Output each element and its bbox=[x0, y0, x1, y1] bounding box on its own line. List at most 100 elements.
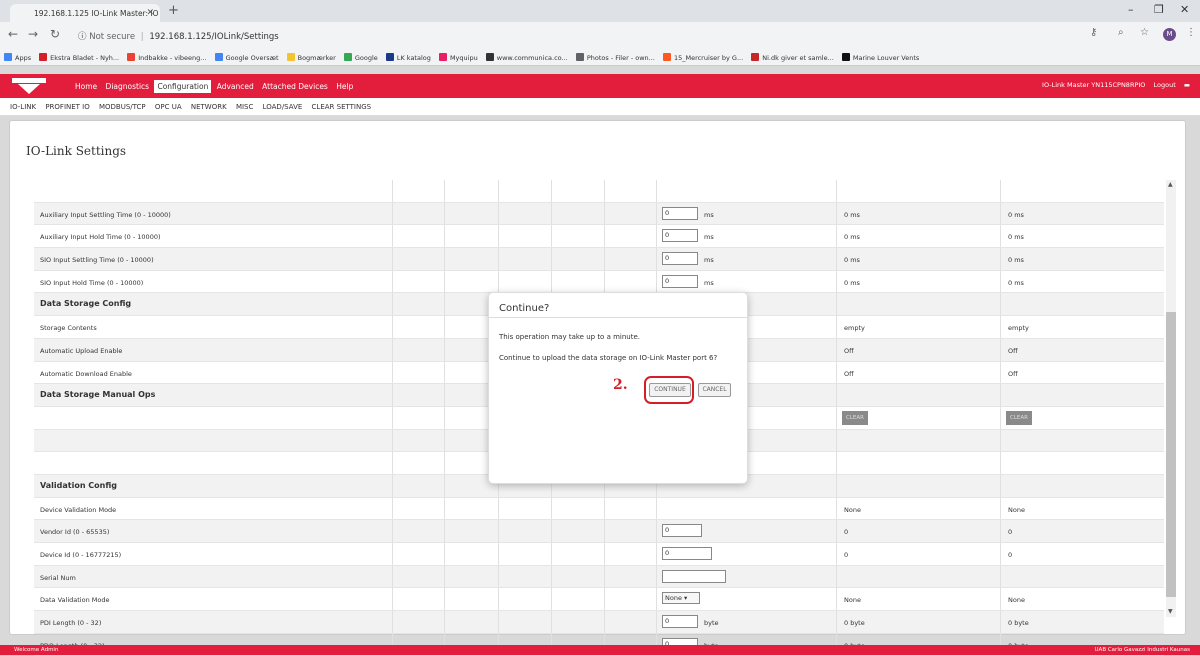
subnav-misc[interactable]: MISC bbox=[236, 103, 253, 111]
table-row: Data Validation Mode None ▾ None None bbox=[34, 588, 1164, 612]
validation-mode-select[interactable]: None ▾ bbox=[662, 592, 700, 605]
scroll-up-icon[interactable]: ▲ bbox=[1168, 181, 1173, 188]
port-value: 0 ms bbox=[844, 256, 860, 265]
table-row: Auxiliary Input Hold Time (0 - 10000) 0 ms… bbox=[34, 225, 1164, 249]
row-label: Device Id (0 - 16777215) bbox=[40, 551, 122, 559]
bookmarks-bar: Apps Ekstra Bladet - Nyh... Indbakke - v… bbox=[0, 48, 1200, 66]
clear-button[interactable]: CLEAR bbox=[842, 410, 868, 425]
star-icon[interactable]: ☆ bbox=[1140, 27, 1149, 38]
unit-label: ms bbox=[704, 278, 714, 287]
bookmark-item[interactable]: LK katalog bbox=[382, 48, 433, 62]
bookmark-item[interactable]: Ni.dk giver et samle... bbox=[747, 48, 836, 62]
value-input[interactable]: 0 bbox=[662, 524, 702, 538]
bookmark-item[interactable]: Photos - Filer - own... bbox=[572, 48, 657, 62]
security-label: Not secure bbox=[89, 32, 136, 42]
welcome-text: Welcome Admin bbox=[14, 647, 59, 653]
language-flag-icon[interactable]: ▬ bbox=[1184, 81, 1190, 89]
table-row: SIO Input Settling Time (0 - 10000) 0 ms 0 … bbox=[34, 248, 1164, 271]
clear-button[interactable]: CLEAR bbox=[1006, 410, 1032, 425]
restore-icon[interactable]: ❐ bbox=[1154, 3, 1164, 16]
bookmark-item[interactable]: Ekstra Bladet - Nyh... bbox=[35, 48, 121, 62]
device-info: IO-Link Master YN115CPN8RPIO Logout ▬ bbox=[1042, 81, 1190, 89]
port-value: 0 byte bbox=[844, 619, 865, 628]
row-label: Automatic Download Enable bbox=[40, 369, 132, 378]
row-label: Auxiliary Input Settling Time (0 - 10000… bbox=[40, 210, 171, 219]
bookmark-item[interactable]: Indbakke - vibeeng... bbox=[123, 48, 208, 62]
key-icon[interactable]: ⚷ bbox=[1090, 27, 1097, 38]
section-title: Data Storage Config bbox=[40, 299, 132, 309]
subnav-network[interactable]: NETWORK bbox=[191, 103, 227, 111]
dialog-title: Continue? bbox=[499, 303, 550, 314]
value-input[interactable]: 0 bbox=[662, 229, 698, 243]
port-value: 0 ms bbox=[1008, 278, 1024, 287]
browser-tab[interactable]: 192.168.1.125 IO-Link Master: IO ✕ bbox=[10, 4, 160, 22]
menu-home[interactable]: Home bbox=[72, 80, 100, 93]
subnav-modbus-tcp[interactable]: MODBUS/TCP bbox=[99, 103, 146, 111]
carlo-gavazzi-logo bbox=[12, 78, 46, 94]
row-label: Auxiliary Input Hold Time (0 - 10000) bbox=[40, 233, 161, 242]
bookmark-item[interactable]: Apps bbox=[0, 48, 33, 62]
value-input[interactable]: 0 bbox=[662, 547, 712, 560]
bookmark-item[interactable]: Marine Louver Vents bbox=[838, 48, 921, 62]
tab-title: 192.168.1.125 IO-Link Master: IO bbox=[34, 9, 159, 18]
value-input[interactable]: 0 bbox=[662, 206, 698, 220]
port-value: Off bbox=[1008, 369, 1018, 378]
port-value: 0 byte bbox=[1008, 619, 1029, 628]
row-label: Automatic Upload Enable bbox=[40, 346, 123, 355]
port-value: 0 bbox=[844, 551, 849, 559]
bookmark-item[interactable]: Bogmærker bbox=[283, 48, 338, 62]
device-name: IO-Link Master YN115CPN8RPIO bbox=[1042, 81, 1146, 89]
info-icon: ⓘ bbox=[78, 32, 87, 42]
cancel-button[interactable]: CANCEL bbox=[698, 383, 731, 397]
menu-diagnostics[interactable]: Diagnostics bbox=[103, 80, 153, 93]
value-input[interactable]: 0 bbox=[662, 615, 698, 629]
new-tab-icon[interactable]: + bbox=[168, 3, 179, 18]
port-value: 0 ms bbox=[844, 233, 860, 242]
page-title: IO-Link Settings bbox=[26, 144, 127, 158]
port-value: 0 bbox=[1008, 551, 1013, 559]
port-value: Off bbox=[1008, 346, 1018, 355]
bookmark-item[interactable]: Google bbox=[340, 48, 380, 62]
table-row: Device Validation Mode None None bbox=[34, 497, 1164, 521]
back-icon[interactable]: ← bbox=[8, 27, 18, 41]
subnav-opc-ua[interactable]: OPC UA bbox=[155, 103, 182, 111]
scroll-down-icon[interactable]: ▼ bbox=[1168, 608, 1173, 615]
subnav-profinet-io[interactable]: PROFINET IO bbox=[45, 103, 89, 111]
port-value: 0 ms bbox=[1008, 210, 1024, 219]
bookmark-item[interactable]: Google Oversæt bbox=[211, 48, 281, 62]
url-field[interactable]: ⓘ Not secure | 192.168.1.125/IOLink/Sett… bbox=[78, 26, 1078, 44]
zoom-icon[interactable]: ⌕ bbox=[1118, 27, 1124, 38]
menu-help[interactable]: Help bbox=[333, 80, 356, 93]
scrollbar-thumb[interactable] bbox=[1166, 312, 1176, 597]
value-input[interactable] bbox=[662, 569, 726, 583]
menu-dots-icon[interactable]: ⋮ bbox=[1186, 27, 1196, 38]
port-value: 0 ms bbox=[1008, 256, 1024, 265]
port-value: empty bbox=[844, 324, 865, 333]
subnav-io-link[interactable]: IO-LINK bbox=[10, 103, 36, 111]
reload-icon[interactable]: ↻ bbox=[50, 27, 60, 41]
table-row bbox=[34, 180, 1164, 203]
dialog-message-2: Continue to upload the data storage on I… bbox=[499, 354, 718, 362]
port-value: None bbox=[844, 596, 861, 605]
minimize-icon[interactable]: – bbox=[1128, 3, 1134, 16]
bookmark-item[interactable]: Myquipu bbox=[435, 48, 480, 62]
forward-icon[interactable]: → bbox=[28, 27, 38, 41]
logout-link[interactable]: Logout bbox=[1154, 81, 1176, 89]
menu-advanced[interactable]: Advanced bbox=[214, 80, 257, 93]
value-input[interactable]: 0 bbox=[662, 274, 698, 288]
menu-attached-devices[interactable]: Attached Devices bbox=[259, 80, 331, 93]
unit-label: byte bbox=[704, 619, 719, 628]
subnav-clear-settings[interactable]: CLEAR SETTINGS bbox=[312, 103, 372, 111]
close-window-icon[interactable]: ✕ bbox=[1180, 3, 1189, 16]
bookmark-item[interactable]: 15_Mercruiser by G... bbox=[659, 48, 745, 62]
subnav-load-save[interactable]: LOAD/SAVE bbox=[263, 103, 303, 111]
app-footer: Welcome Admin UAB Carlo Gavazzi Industri… bbox=[0, 645, 1200, 655]
value-input[interactable]: 0 bbox=[662, 252, 698, 266]
menu-configuration[interactable]: Configuration bbox=[154, 80, 212, 93]
row-label: Storage Contents bbox=[40, 324, 97, 333]
tab-close-icon[interactable]: ✕ bbox=[146, 8, 154, 18]
bookmark-item[interactable]: www.communica.co... bbox=[482, 48, 570, 62]
table-row: Serial Num bbox=[34, 565, 1164, 589]
step-annotation: 2. bbox=[613, 377, 628, 393]
avatar[interactable]: M bbox=[1163, 28, 1176, 41]
